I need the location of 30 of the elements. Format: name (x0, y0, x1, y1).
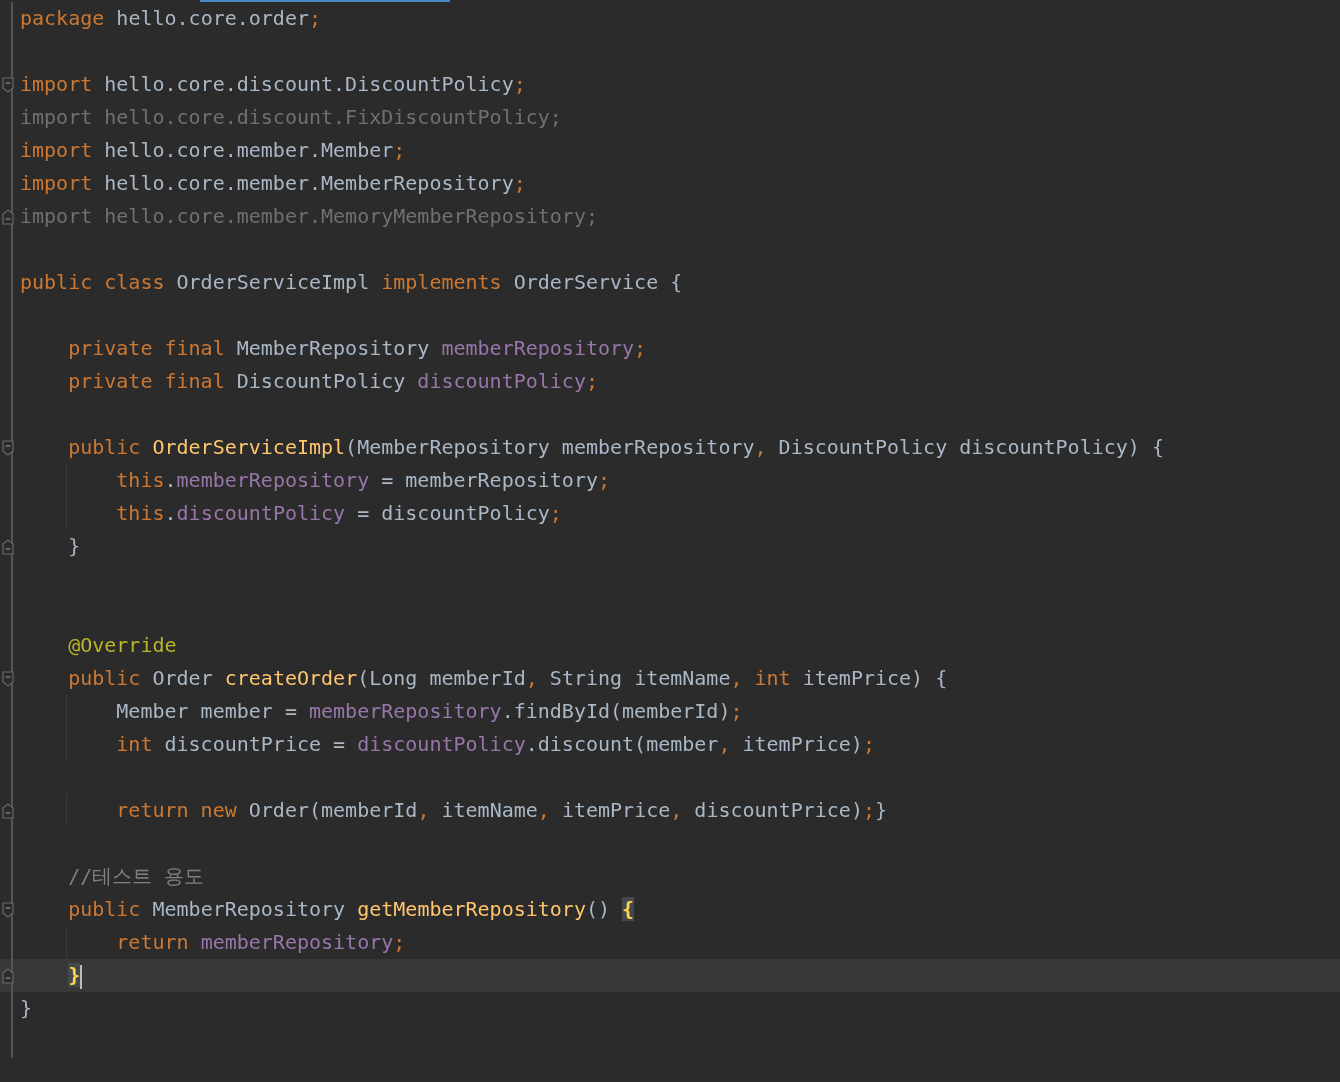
code-line: public Order createOrder(Long memberId, String itemName, int itemPrice) { (67, 666, 948, 690)
code-line: @Override (67, 633, 177, 657)
code-line: public OrderServiceImpl(MemberRepository memberRepository, DiscountPolicy discountPolicy) { (67, 435, 1164, 459)
fold-icon[interactable] (2, 208, 14, 225)
code-line: import hello.core.member.Member; (20, 138, 406, 162)
fold-icon[interactable] (2, 76, 14, 93)
code-line: } (20, 996, 33, 1020)
fold-icon[interactable] (2, 901, 14, 918)
code-line: private final DiscountPolicy discountPolicy; (67, 369, 598, 393)
code-line: int discountPrice = discountPolicy.discount(member, itemPrice); (115, 732, 875, 756)
code-line: package hello.core.order; (20, 6, 322, 30)
code-line: import hello.core.member.MemberRepository; (20, 171, 526, 195)
fold-icon[interactable] (2, 538, 14, 555)
code-line: import hello.core.member.MemoryMemberRepository; (20, 204, 598, 228)
code-line: return new Order(memberId, itemName, itemPrice, discountPrice);} (115, 798, 888, 822)
code-line: } (67, 534, 81, 558)
fold-icon[interactable] (2, 802, 14, 819)
fold-icon[interactable] (2, 967, 14, 984)
code-line: return memberRepository; (115, 930, 406, 954)
code-line: //테스트 용도 (67, 864, 205, 888)
code-line: import hello.core.discount.FixDiscountPolicy; (20, 105, 562, 129)
code-line: this.memberRepository = memberRepository; (115, 468, 611, 492)
code-line: private final MemberRepository memberRepository; (67, 336, 647, 360)
code-line: Member member = memberRepository.findById(memberId); (115, 699, 743, 723)
fold-icon[interactable] (2, 439, 14, 456)
code-line: this.discountPolicy = discountPolicy; (115, 501, 562, 525)
fold-icon[interactable] (2, 670, 14, 687)
code-line: public MemberRepository getMemberRepository() { (67, 897, 635, 921)
code-line: import hello.core.discount.DiscountPolicy; (20, 72, 526, 96)
code-line: public class OrderServiceImpl implements OrderService { (20, 270, 683, 294)
